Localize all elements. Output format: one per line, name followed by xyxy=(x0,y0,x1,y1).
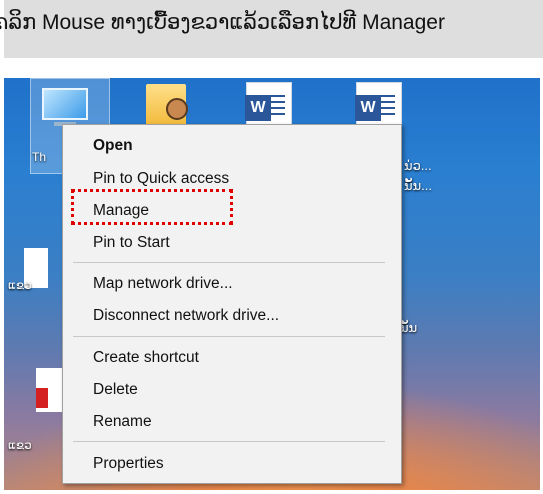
document-lines-icon xyxy=(271,95,285,119)
menu-item-create-shortcut[interactable]: Create shortcut xyxy=(93,347,199,369)
desktop-label-right-1: ນ່ວ... xyxy=(404,158,432,173)
menu-item-properties[interactable]: Properties xyxy=(93,453,164,475)
menu-separator-2 xyxy=(73,336,385,337)
instruction-caption: ຄລິກ Mouse ທາງເບື້ອງຂວາແລ້ວເລືອກໄປທີ Man… xyxy=(0,0,543,58)
word-logo-icon: W xyxy=(245,95,271,121)
menu-item-disconnect-network-drive[interactable]: Disconnect network drive... xyxy=(93,305,279,327)
pdf-icon xyxy=(36,388,48,408)
menu-separator-1 xyxy=(73,262,385,263)
manage-highlight-box xyxy=(71,189,233,225)
desktop-label-left-1: ແຂວ xyxy=(8,278,32,292)
menu-separator-3 xyxy=(73,441,385,442)
caption-text: ຄລິກ Mouse ທາງເບື້ອງຂວາແລ້ວເລືອກໄປທີ Man… xyxy=(0,11,445,34)
menu-item-pin-quick-access[interactable]: Pin to Quick access xyxy=(93,168,229,190)
menu-item-open[interactable]: Open xyxy=(93,135,133,157)
menu-item-delete[interactable]: Delete xyxy=(93,379,138,401)
word-logo-icon-2: W xyxy=(355,95,381,121)
computer-icon[interactable] xyxy=(42,88,88,120)
document-lines-icon-2 xyxy=(381,95,395,119)
menu-item-map-network-drive[interactable]: Map network drive... xyxy=(93,273,233,295)
context-menu: Open Pin to Quick access Manage Pin to S… xyxy=(62,124,402,484)
menu-item-pin-start[interactable]: Pin to Start xyxy=(93,232,170,254)
user-avatar-icon xyxy=(166,98,188,120)
desktop-label-right-4: ນັ້ນ xyxy=(400,320,418,335)
desktop-label-right-2: ນັ້ນ... xyxy=(404,178,432,193)
desktop-label-left-2: ແຂວ xyxy=(8,438,32,452)
menu-item-rename[interactable]: Rename xyxy=(93,411,152,433)
